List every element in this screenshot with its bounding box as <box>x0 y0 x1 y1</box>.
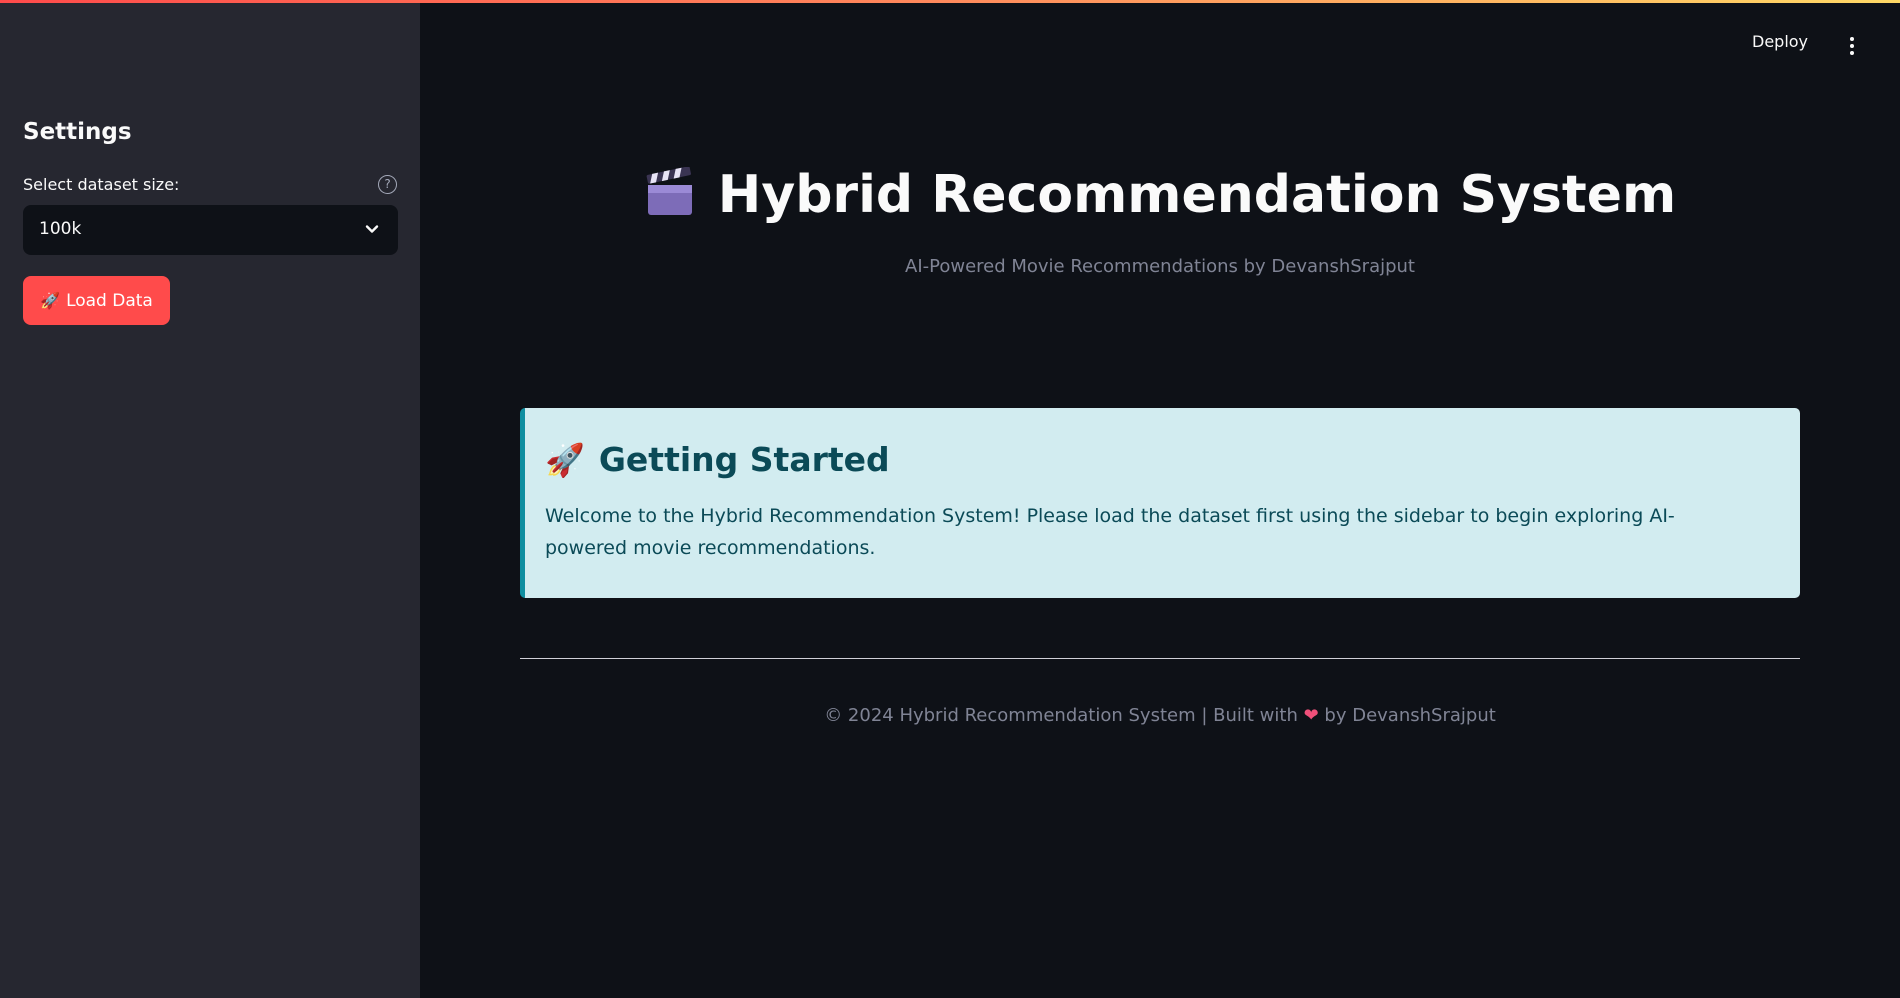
rocket-icon: 🚀 <box>40 291 61 310</box>
page-title: Hybrid Recommendation System <box>717 165 1677 225</box>
getting-started-info-box: 🚀 Getting Started Welcome to the Hybrid … <box>520 408 1800 598</box>
deploy-button[interactable]: Deploy <box>1752 32 1808 51</box>
chevron-down-icon <box>365 225 379 233</box>
top-decoration-bar <box>0 0 1900 3</box>
heart-icon: ❤ <box>1303 705 1319 726</box>
divider <box>520 658 1800 659</box>
footer-suffix: by DevanshSrajput <box>1324 705 1496 726</box>
info-heading: Getting Started <box>598 440 890 479</box>
load-data-label: Load Data <box>66 290 153 311</box>
footer-prefix: © 2024 Hybrid Recommendation System | Bu… <box>824 705 1298 726</box>
kebab-menu-icon[interactable] <box>1840 34 1864 58</box>
footer: © 2024 Hybrid Recommendation System | Bu… <box>420 705 1900 726</box>
info-heading-row: 🚀 Getting Started <box>545 440 890 479</box>
help-question-icon[interactable]: ? <box>378 175 397 194</box>
clapperboard-icon <box>646 167 692 215</box>
load-data-button[interactable]: 🚀 Load Data <box>23 276 170 325</box>
page-subtitle: AI-Powered Movie Recommendations by Deva… <box>905 256 1415 277</box>
dataset-size-value: 100k <box>39 219 82 239</box>
dataset-size-select[interactable]: 100k <box>23 205 398 255</box>
sidebar: Settings Select dataset size: ? 100k 🚀 L… <box>0 0 420 998</box>
info-text: Welcome to the Hybrid Recommendation Sys… <box>545 505 1675 559</box>
sidebar-title: Settings <box>23 119 132 145</box>
dataset-size-label: Select dataset size: <box>23 175 180 194</box>
rocket-icon: 🚀 <box>545 440 585 479</box>
page-title-row: Hybrid Recommendation System <box>420 165 1900 225</box>
